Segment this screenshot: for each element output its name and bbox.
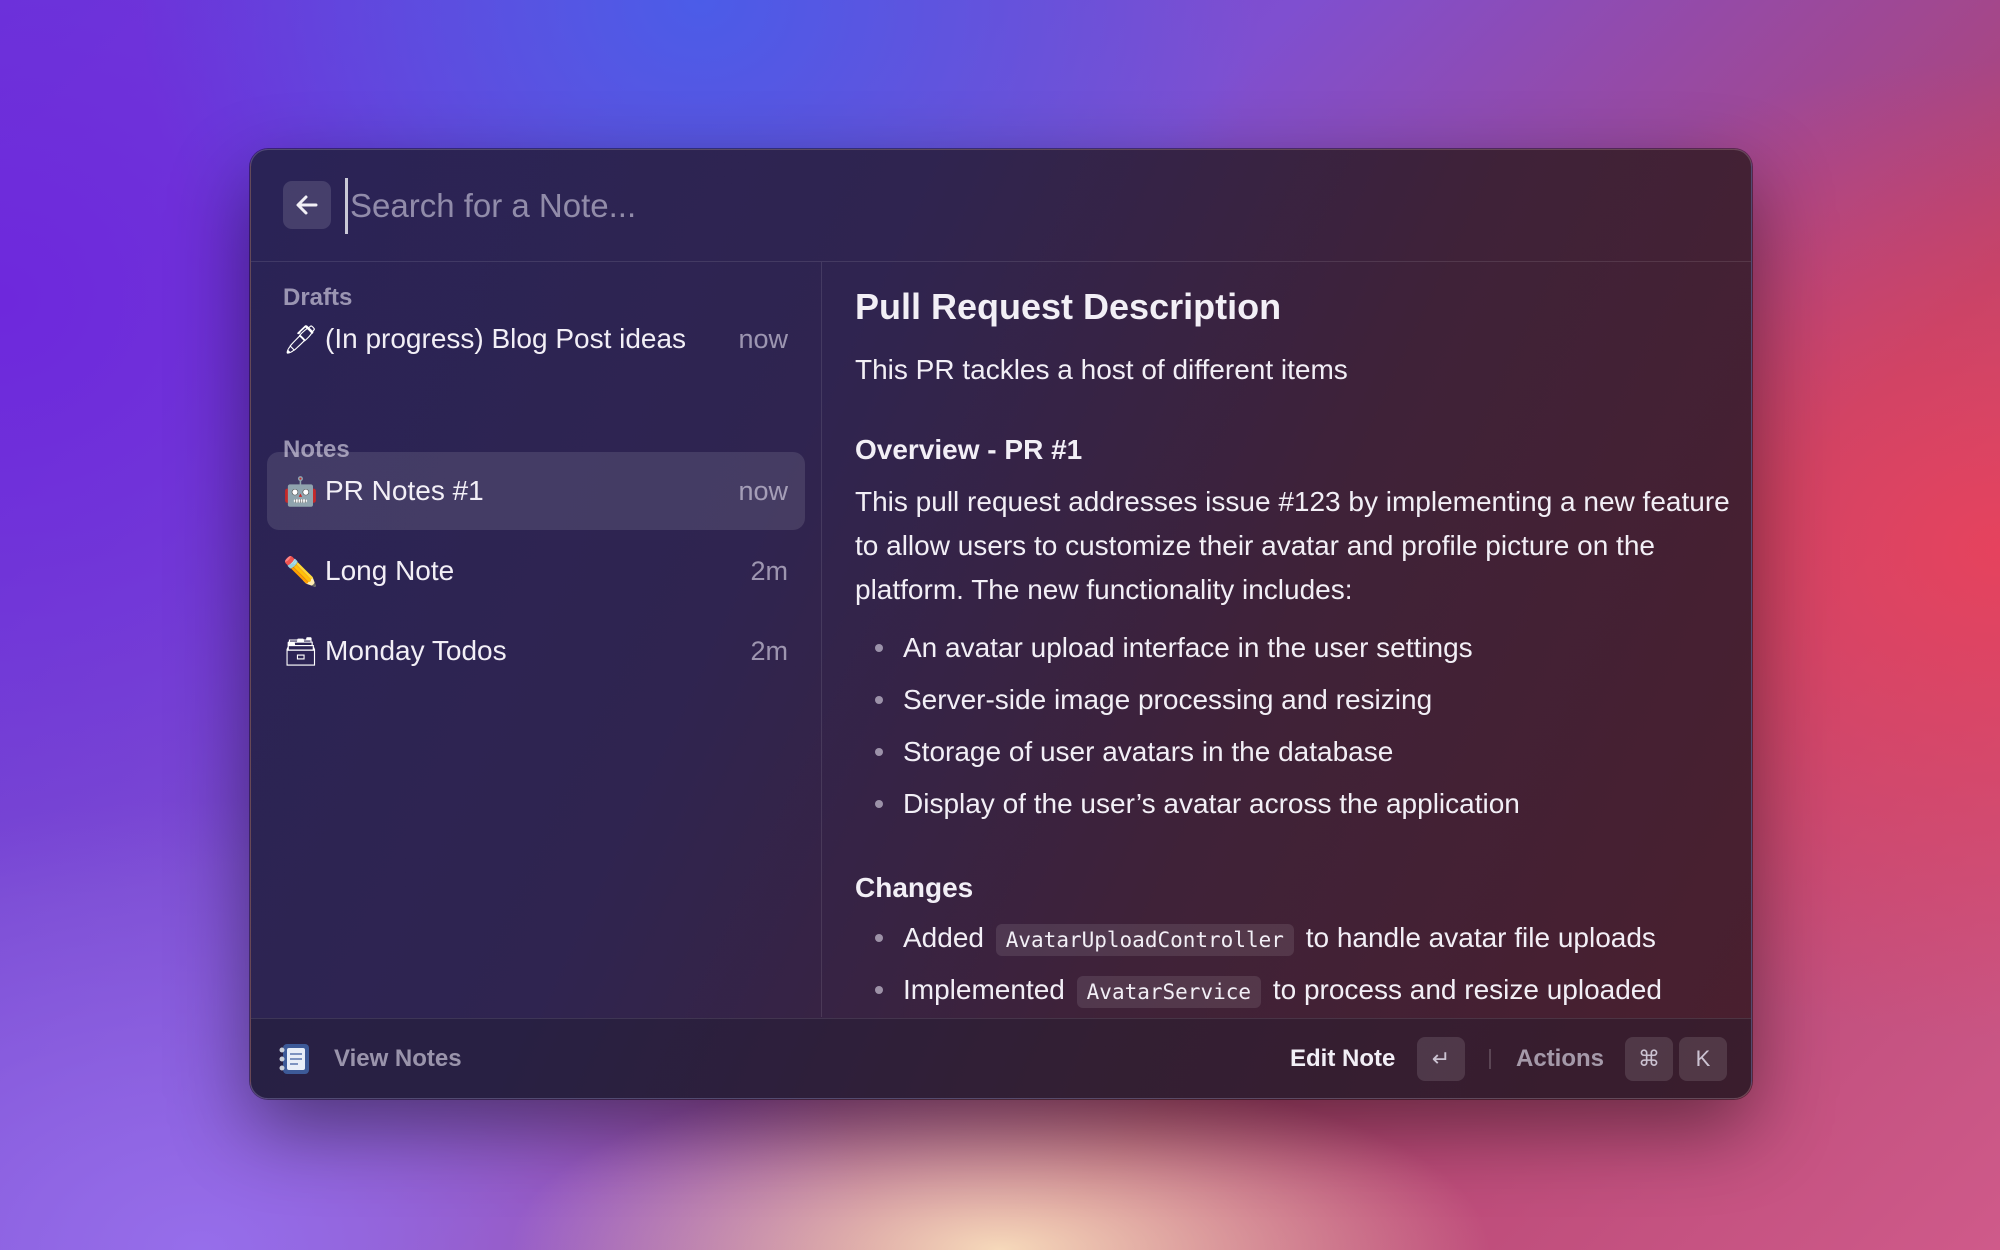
list-item: An avatar upload interface in the user s… bbox=[855, 622, 1735, 674]
note-detail: Pull Request Description This PR tackles… bbox=[822, 262, 1751, 1017]
card-box-icon: 🗃 bbox=[283, 635, 319, 667]
list-item-title: (In progress) Blog Post ideas bbox=[325, 323, 687, 354]
list-item: Storage of user avatars in the database bbox=[855, 726, 1735, 778]
view-notes-label: View Notes bbox=[334, 1045, 462, 1072]
list-item-time: now bbox=[738, 323, 788, 354]
inline-code: AvatarService bbox=[1076, 976, 1262, 1008]
list-item: Display of the user’s avatar across the … bbox=[855, 778, 1735, 830]
inline-code: AvatarUploadController bbox=[995, 924, 1294, 956]
pencil-icon: ✏️ bbox=[283, 555, 318, 587]
list-item-title: Long Note bbox=[325, 555, 455, 586]
back-button[interactable] bbox=[283, 181, 331, 229]
action-bar: View Notes Edit Note ↵ Actions ⌘ K bbox=[251, 1018, 1751, 1098]
changes-bullet-list: Added AvatarUploadController to handle a… bbox=[855, 912, 1735, 1016]
overview-paragraph: This pull request addresses issue #123 b… bbox=[855, 486, 1730, 605]
notebook-icon bbox=[279, 1044, 309, 1074]
search-input[interactable] bbox=[345, 178, 1652, 234]
action-divider bbox=[1489, 1049, 1491, 1069]
list-item: Implemented AvatarService to process and… bbox=[855, 964, 1735, 1016]
pen-icon: 🖊 bbox=[283, 323, 319, 355]
list-item-monday-todos[interactable]: 🗃 Monday Todos 2m bbox=[267, 612, 805, 690]
actions-button[interactable]: Actions bbox=[1516, 1045, 1604, 1073]
list-item: Added AvatarUploadController to handle a… bbox=[855, 912, 1735, 964]
k-key-icon: K bbox=[1679, 1037, 1727, 1081]
overview-bullet-list: An avatar upload interface in the user s… bbox=[855, 622, 1735, 830]
list-item-time: now bbox=[738, 475, 788, 506]
list-item-long-note[interactable]: ✏️ Long Note 2m bbox=[267, 532, 805, 610]
change-description: to process and resize uploaded bbox=[1272, 974, 1662, 1005]
list-item-title: Monday Todos bbox=[325, 635, 507, 666]
search-bar bbox=[251, 150, 1751, 262]
note-lead: This PR tackles a host of different item… bbox=[855, 354, 1348, 385]
list-item-draft-blog-post[interactable]: 🖊 (In progress) Blog Post ideas now bbox=[267, 300, 805, 378]
change-verb: Implemented bbox=[903, 974, 1065, 1005]
command-key-icon: ⌘ bbox=[1625, 1037, 1673, 1081]
changes-heading: Changes bbox=[855, 872, 974, 903]
enter-key-icon: ↵ bbox=[1417, 1037, 1465, 1081]
list-item-title: PR Notes #1 bbox=[325, 475, 484, 506]
edit-note-button[interactable]: Edit Note bbox=[1290, 1045, 1395, 1073]
list-item-pr-notes[interactable]: 🤖 PR Notes #1 now bbox=[267, 452, 805, 530]
list-item-time: 2m bbox=[750, 555, 788, 586]
list-item-time: 2m bbox=[750, 635, 788, 666]
note-title: Pull Request Description bbox=[855, 286, 1282, 327]
list-item: Server-side image processing and resizin… bbox=[855, 674, 1735, 726]
change-verb: Added bbox=[903, 922, 984, 953]
notes-window: Drafts 🖊 (In progress) Blog Post ideas n… bbox=[250, 149, 1752, 1099]
change-description: to handle avatar file uploads bbox=[1305, 922, 1656, 953]
arrow-left-icon bbox=[296, 195, 318, 215]
notes-sidebar: Drafts 🖊 (In progress) Blog Post ideas n… bbox=[251, 262, 822, 1017]
overview-heading: Overview - PR #1 bbox=[855, 434, 1083, 465]
robot-icon: 🤖 bbox=[283, 475, 318, 507]
